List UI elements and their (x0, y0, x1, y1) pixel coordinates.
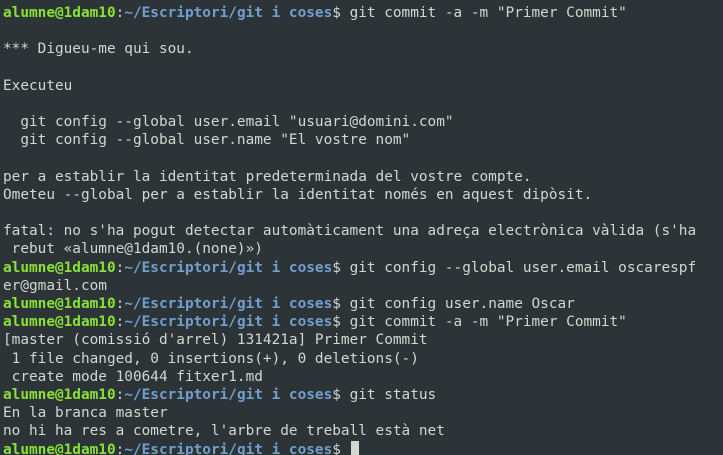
prompt-user-host: alumne@1dam10 (3, 386, 116, 403)
output-line: per a establir la identitat predetermina… (3, 168, 532, 185)
command-text: git config user.name Oscar (349, 296, 575, 312)
prompt-user-host: alumne@1dam10 (3, 5, 116, 21)
prompt-colon: : (115, 441, 125, 455)
output-line: rebut «alumne@1dam10.(none)») (3, 241, 263, 258)
terminal-window[interactable]: alumne@1dam10:~/Escriptori/git i coses$ … (0, 0, 723, 455)
command-text: git status (349, 386, 437, 403)
output-line: create mode 100644 fitxer1.md (3, 368, 263, 385)
command-text: git config --global user.email oscarespf (349, 259, 697, 276)
prompt-user-host: alumne@1dam10 (3, 259, 116, 276)
terminal-output: alumne@1dam10:~/Escriptori/git i coses$ … (3, 4, 723, 455)
output-line: En la branca master (3, 405, 168, 422)
output-line: Executeu (3, 77, 73, 94)
prompt-path: ~/Escriptori/git i coses (124, 259, 333, 276)
output-line: Ometeu --global per a establir la identi… (3, 186, 593, 203)
prompt-colon: : (115, 314, 125, 331)
prompt-user-host: alumne@1dam10 (3, 314, 116, 331)
prompt-line: alumne@1dam10:~/Escriptori/git i coses$ … (3, 386, 723, 404)
prompt-colon: : (115, 296, 125, 312)
command-text: git commit -a -m "Primer Commit" (349, 314, 627, 331)
prompt-colon: : (115, 386, 125, 403)
output-line: er@gmail.com (3, 277, 107, 294)
prompt-dollar: $ (332, 386, 350, 403)
prompt-path: ~/Escriptori/git i coses (124, 441, 333, 455)
prompt-path: ~/Escriptori/git i coses (124, 386, 333, 403)
prompt-dollar: $ (332, 5, 350, 21)
output-line: git config --global user.name "El vostre… (3, 132, 411, 149)
prompt-user-host: alumne@1dam10 (3, 441, 116, 455)
output-line: fatal: no s'ha pogut detectar automàtica… (3, 223, 697, 240)
prompt-line: alumne@1dam10:~/Escriptori/git i coses$ … (3, 313, 723, 331)
prompt-dollar: $ (332, 259, 350, 276)
prompt-colon: : (115, 5, 125, 21)
output-line: 1 file changed, 0 insertions(+), 0 delet… (3, 350, 419, 367)
text-cursor (350, 440, 360, 455)
prompt-dollar: $ (332, 441, 350, 455)
prompt-line: alumne@1dam10:~/Escriptori/git i coses$ … (3, 4, 723, 22)
command-text: git commit -a -m "Primer Commit" (349, 5, 627, 21)
prompt-dollar: $ (332, 296, 350, 312)
prompt-dollar: $ (332, 314, 350, 331)
output-line: [master (comissió d'arrel) 131421a] Prim… (3, 332, 428, 349)
prompt-colon: : (115, 259, 125, 276)
output-line: *** Digueu-me qui sou. (3, 41, 194, 58)
prompt-path: ~/Escriptori/git i coses (124, 5, 333, 21)
prompt-path: ~/Escriptori/git i coses (124, 314, 333, 331)
output-line: git config --global user.email "usuari@d… (3, 114, 454, 131)
prompt-line: alumne@1dam10:~/Escriptori/git i coses$ … (3, 295, 723, 313)
prompt-user-host: alumne@1dam10 (3, 296, 116, 312)
output-line: no hi ha res a cometre, l'arbre de treba… (3, 423, 445, 440)
prompt-line: alumne@1dam10:~/Escriptori/git i coses$ (3, 440, 723, 455)
prompt-path: ~/Escriptori/git i coses (124, 296, 333, 312)
prompt-line: alumne@1dam10:~/Escriptori/git i coses$ … (3, 259, 723, 277)
